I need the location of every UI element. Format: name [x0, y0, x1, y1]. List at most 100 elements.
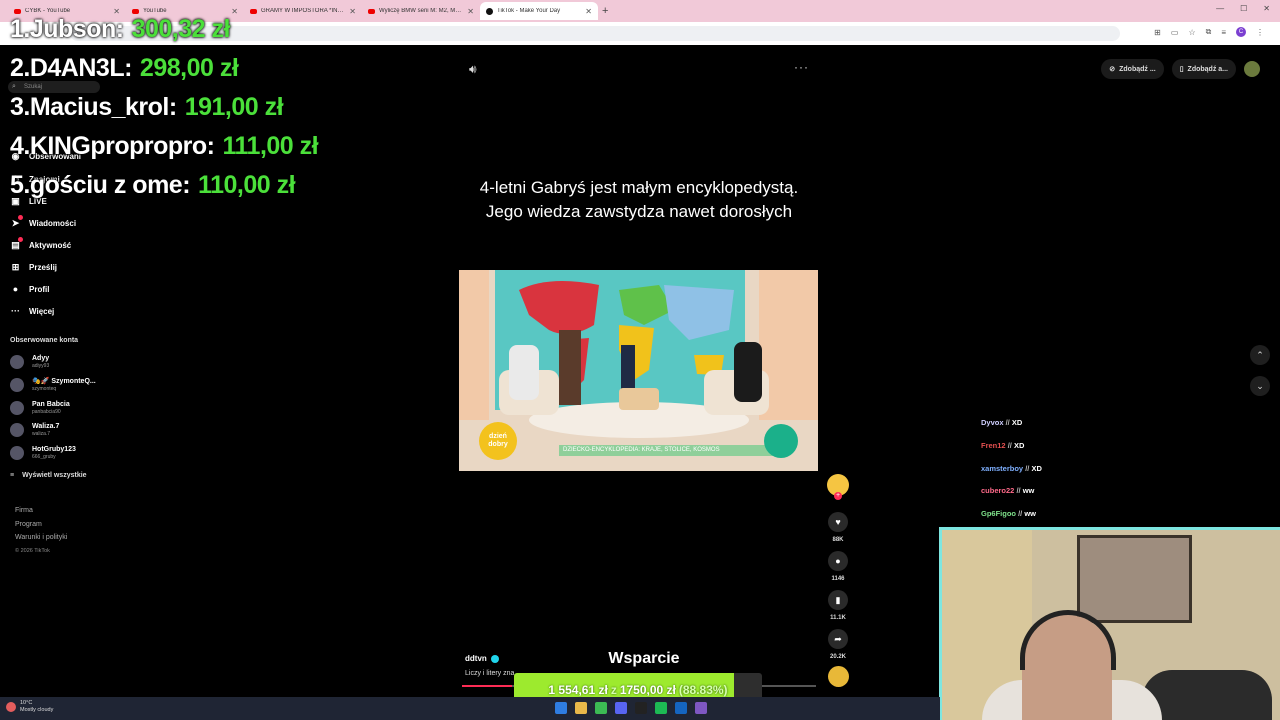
- video-author[interactable]: ddtvn: [465, 654, 499, 663]
- close-icon[interactable]: ✕: [349, 7, 356, 16]
- folder-icon[interactable]: [575, 702, 587, 714]
- avatar: [10, 423, 24, 437]
- video-description: Liczy i litery zna...: [465, 670, 521, 677]
- save-button[interactable]: ▮: [828, 590, 848, 610]
- comment-button[interactable]: ●: [828, 551, 848, 571]
- author-name: ddtvn: [465, 654, 487, 663]
- sidebar-item-more[interactable]: ··· Więcej: [10, 306, 54, 316]
- goal-separator: z: [610, 683, 617, 697]
- followed-account[interactable]: 🎭🚀 SzymonteQ... szymonteq: [10, 378, 96, 392]
- account-username: waliza.7: [32, 431, 51, 437]
- profile-avatar[interactable]: C: [1236, 27, 1246, 37]
- sidebar-item-messages[interactable]: ➤ Wiadomości: [10, 215, 77, 229]
- followed-account[interactable]: Adyy adiyy93: [10, 355, 49, 369]
- followed-account[interactable]: HotGruby123 666_gruby: [10, 446, 76, 460]
- maximize-icon[interactable]: ☐: [1240, 4, 1247, 13]
- sidebar-item-activity[interactable]: ▤ Aktywność: [10, 237, 72, 251]
- profile-icon: ●: [12, 284, 19, 294]
- app-icon[interactable]: [675, 702, 687, 714]
- chrome-icon[interactable]: [595, 702, 607, 714]
- new-tab-button[interactable]: +: [602, 5, 608, 17]
- show-all-link[interactable]: ≡ Wyświetl wszystkie: [10, 472, 87, 479]
- tab-label: TikTok - Make Your Day: [497, 8, 561, 14]
- sidebar-item-label: Wiadomości: [29, 219, 77, 228]
- goal-title: Wsparcie: [608, 650, 680, 667]
- donor-name: 1.Jubson:: [10, 15, 124, 43]
- chat-text: XD: [1013, 440, 1025, 450]
- share-button[interactable]: ➦: [828, 629, 848, 649]
- chat-text: ww: [1022, 486, 1035, 496]
- donation-amount: 298,00 zł: [139, 54, 239, 82]
- account-name: HotGruby123: [32, 446, 76, 453]
- video-progress-fill: [462, 685, 512, 687]
- bookmark-icon: ▮: [835, 594, 841, 605]
- previous-video-button[interactable]: ⌃: [1250, 345, 1270, 365]
- spotify-icon[interactable]: [655, 702, 667, 714]
- account-name: 🎭🚀 SzymonteQ...: [32, 378, 96, 385]
- volume-icon[interactable]: 🔊︎: [469, 62, 477, 77]
- avatar: [10, 446, 24, 460]
- top-right-actions: ⊘ Zdobądź ... ▯ Zdobądź a...: [1101, 59, 1260, 79]
- more-options-icon[interactable]: ···: [794, 60, 809, 74]
- goal-percent: (88.83%): [678, 683, 728, 697]
- get-app-button[interactable]: ▯ Zdobądź a...: [1171, 59, 1236, 79]
- share-count: 20.2K: [829, 654, 846, 660]
- sidebar-item-label: Profil: [29, 284, 50, 294]
- chat-message: cubero22 // ww: [981, 486, 1035, 496]
- start-icon[interactable]: [555, 702, 567, 714]
- followed-account[interactable]: Waliza.7 waliza.7: [10, 423, 59, 437]
- discord-icon[interactable]: [615, 702, 627, 714]
- comment-count: 1146: [831, 576, 845, 582]
- next-video-button[interactable]: ⌄: [1250, 376, 1270, 396]
- sidebar-item-profile[interactable]: ● Profil: [10, 284, 50, 294]
- app-icon[interactable]: [695, 702, 707, 714]
- window-controls: — ☐ ✕: [1216, 4, 1270, 13]
- browser-tab[interactable]: Wyliczę BMW serii M: M2, M3, M ✕: [362, 2, 480, 20]
- reading-list-icon[interactable]: ≡: [1221, 28, 1226, 37]
- close-icon[interactable]: ✕: [585, 7, 592, 16]
- account-username: adiyy93: [32, 363, 50, 369]
- user-avatar[interactable]: [1244, 61, 1260, 77]
- webcam-poster: [1077, 535, 1192, 623]
- chevron-up-icon: ⌃: [1256, 349, 1264, 360]
- footer-link[interactable]: Warunki i polityki: [15, 531, 67, 545]
- star-icon[interactable]: ☆: [1188, 28, 1195, 37]
- browser-tab-active[interactable]: TikTok - Make Your Day ✕: [480, 2, 598, 20]
- close-icon[interactable]: ✕: [467, 7, 474, 16]
- chat-username: Fren12: [981, 440, 1006, 450]
- tv-badge: [764, 424, 798, 458]
- translate-icon[interactable]: ⊞: [1154, 28, 1161, 37]
- leaderboard-row: 1.Jubson: 300,32 zł: [10, 10, 318, 49]
- avatar: [10, 401, 24, 415]
- chat-message: Dyvox // XD: [981, 418, 1023, 427]
- like-button[interactable]: ♥: [828, 512, 848, 532]
- footer-link[interactable]: Firma: [15, 504, 67, 518]
- extensions-icon[interactable]: ⧉: [1206, 27, 1212, 37]
- weather-widget[interactable]: 10°C Mostly cloudy: [6, 700, 53, 714]
- followed-account[interactable]: Pan Babcia panbabcia90: [10, 401, 70, 415]
- notification-badge: [18, 237, 23, 242]
- leaderboard-row: 4.KINGpropropro: 111,00 zł: [10, 127, 319, 166]
- donor-name: 5.gościu z ome:: [10, 171, 191, 199]
- follow-plus-icon[interactable]: +: [834, 492, 842, 500]
- close-window-icon[interactable]: ✕: [1263, 4, 1270, 13]
- account-name: Adyy: [32, 355, 50, 362]
- get-coins-button[interactable]: ⊘ Zdobądź ...: [1101, 59, 1164, 79]
- minimize-icon[interactable]: —: [1216, 4, 1224, 13]
- footer-link[interactable]: Program: [15, 518, 67, 532]
- music-disc-icon[interactable]: [828, 666, 849, 687]
- video-clip[interactable]: DZIECKO-ENCYKLOPEDIA: KRAJE, STOLICE, KO…: [459, 270, 818, 471]
- chat-message: Fren12 // XD: [981, 440, 1025, 450]
- goal-current: 1 554,61 zł: [548, 683, 608, 697]
- sidebar-item-label: Aktywność: [29, 241, 72, 250]
- avatar: [10, 355, 24, 369]
- obs-icon[interactable]: [635, 702, 647, 714]
- sidebar-item-upload[interactable]: ⊞ Prześlij: [10, 262, 57, 273]
- more-icon: ···: [11, 306, 20, 316]
- os-taskbar: 10°C Mostly cloudy: [0, 697, 940, 720]
- leaderboard-row: 2.D4AN3L: 298,00 zł: [10, 49, 318, 88]
- donation-amount: 111,00 zł: [222, 132, 319, 160]
- menu-icon[interactable]: ⋮: [1256, 28, 1264, 37]
- news-ticker: DZIECKO-ENCYKLOPEDIA: KRAJE, STOLICE, KO…: [559, 445, 789, 456]
- cast-icon[interactable]: ▭: [1171, 28, 1179, 37]
